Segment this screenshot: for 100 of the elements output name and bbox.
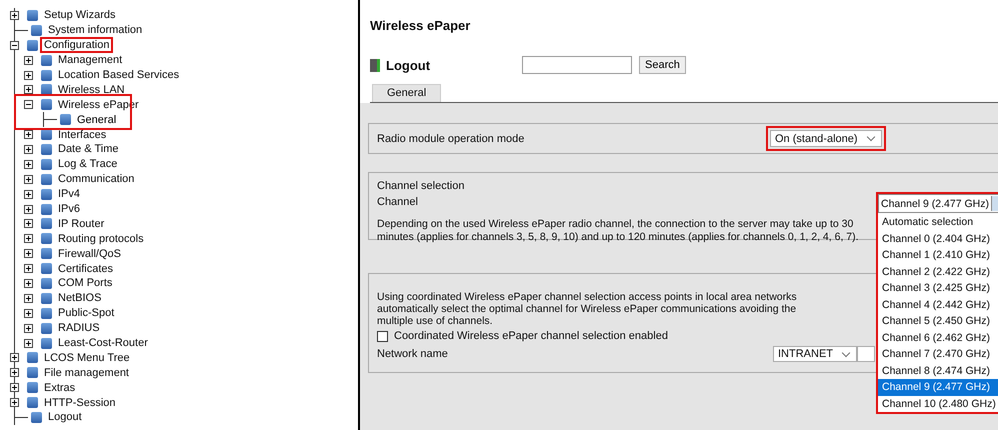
node-icon [41, 204, 52, 215]
node-icon [27, 10, 38, 21]
expander-toggle[interactable] [24, 294, 33, 303]
expander-toggle[interactable] [24, 338, 33, 348]
tree-item[interactable]: Public-Spot [56, 307, 116, 320]
expander-toggle[interactable] [24, 130, 33, 140]
dropdown-option[interactable]: Channel 3 (2.425 GHz) [878, 280, 998, 296]
expander-toggle[interactable] [10, 10, 19, 20]
tree-item[interactable]: Interfaces [56, 128, 108, 141]
node-icon [41, 99, 52, 110]
node-icon [31, 24, 42, 36]
expander-toggle[interactable] [24, 204, 33, 214]
node-icon [27, 367, 38, 378]
expander-toggle[interactable] [10, 383, 19, 392]
network-input[interactable] [857, 346, 875, 362]
tree-item[interactable]: Wireless LAN [56, 84, 127, 96]
tree-item[interactable]: System information [46, 24, 144, 36]
expander-toggle[interactable] [24, 100, 33, 110]
checkbox-label: Coordinated Wireless ePaper channel selection enabled [394, 330, 668, 342]
node-icon [27, 40, 38, 51]
expander-toggle[interactable] [24, 144, 33, 154]
expander-toggle[interactable] [24, 56, 33, 65]
channel-dropdown[interactable]: Channel 9 (2.477 GHz) [878, 194, 998, 213]
expander-toggle[interactable] [24, 70, 33, 80]
node-icon [41, 263, 52, 274]
dropdown-option[interactable]: Channel 5 (2.450 GHz) [878, 313, 998, 330]
node-icon [41, 54, 52, 66]
logout-link[interactable]: Logout [386, 58, 522, 72]
dropdown-option[interactable]: Channel 7 (2.470 GHz) [878, 346, 998, 362]
expander-toggle[interactable] [24, 234, 33, 244]
dropdown-option[interactable]: Channel 10 (2.480 GHz) [878, 396, 998, 412]
tree-item[interactable]: Routing protocols [56, 232, 146, 245]
tree-item[interactable]: Communication [56, 173, 136, 186]
tree-item[interactable]: Log & Trace [56, 158, 120, 170]
expander-toggle[interactable] [24, 85, 33, 94]
tree-item[interactable]: NetBIOS [56, 292, 104, 304]
dropdown-option[interactable]: Channel 9 (2.477 GHz) [878, 379, 998, 396]
node-icon [41, 322, 52, 334]
expander-toggle[interactable] [24, 174, 33, 184]
expander-toggle[interactable] [24, 190, 33, 199]
search-button[interactable]: Search [639, 56, 686, 74]
tree-item[interactable]: Location Based Services [56, 69, 182, 81]
tree-item[interactable]: Setup Wizards [42, 9, 118, 22]
node-icon [41, 218, 52, 230]
tree-item[interactable]: Configuration [42, 39, 112, 52]
tree-item[interactable]: General [75, 114, 118, 126]
node-icon [27, 397, 38, 408]
field-label: Channel [377, 196, 419, 208]
dropdown-option[interactable]: Automatic selection [878, 214, 998, 230]
node-icon [41, 278, 52, 289]
dropdown-option[interactable]: Channel 2 (2.422 GHz) [878, 264, 998, 280]
expander-toggle[interactable] [24, 324, 33, 333]
tree-item[interactable]: Extras [42, 382, 78, 394]
expander-toggle[interactable] [10, 398, 19, 408]
node-icon [41, 338, 52, 349]
tree-item[interactable]: IPv6 [56, 203, 82, 216]
tree-item[interactable]: RADIUS [56, 322, 102, 334]
tree-item[interactable]: IP Router [56, 218, 106, 230]
tree-item[interactable]: LCOS Menu Tree [42, 352, 132, 364]
tree-item[interactable]: Management [56, 54, 124, 66]
node-icon [41, 308, 52, 319]
tree-item[interactable]: File management [42, 366, 131, 379]
mode-dropdown[interactable]: On (stand-alone) [770, 130, 882, 147]
tree-item[interactable]: COM Ports [56, 277, 114, 290]
section-heading: Channel selection [377, 180, 466, 192]
expander-toggle[interactable] [24, 219, 33, 228]
expander-toggle[interactable] [24, 264, 33, 274]
tree-item[interactable]: IPv4 [56, 188, 82, 200]
dropdown-option[interactable]: Channel 6 (2.462 GHz) [878, 330, 998, 346]
expander-toggle[interactable] [10, 353, 19, 362]
dropdown-option[interactable]: Channel 4 (2.442 GHz) [878, 296, 998, 313]
node-icon [41, 174, 52, 185]
node-icon [60, 114, 71, 126]
tab[interactable]: General [372, 84, 442, 102]
node-icon [41, 158, 52, 170]
checkbox[interactable] [377, 330, 388, 342]
tree-item[interactable]: Least-Cost-Router [56, 337, 150, 350]
expander-toggle[interactable] [10, 40, 19, 50]
node-icon [41, 70, 52, 80]
tree-item[interactable]: HTTP-Session [42, 396, 118, 409]
dropdown-option[interactable]: Channel 8 (2.474 GHz) [878, 362, 998, 379]
expander-toggle[interactable] [24, 249, 33, 258]
tree-item[interactable]: Date & Time [56, 143, 121, 156]
search-field[interactable] [522, 56, 632, 74]
node-icon [27, 382, 38, 394]
expander-toggle[interactable] [10, 368, 19, 378]
tree-item[interactable]: Firewall/QoS [56, 248, 123, 260]
expander-toggle[interactable] [24, 160, 33, 169]
info-text: Depending on the used Wireless ePaper radio channel, the connection to the server may take up to 30 minutes (applies for channels 3, 5, 8, 9, 10) and up to 120 minutes (applies for channels 0, 1, 2, 4, 6, 7). [377, 218, 860, 244]
node-icon [41, 248, 52, 260]
expander-toggle[interactable] [24, 308, 33, 318]
field-label: Network name [377, 348, 449, 360]
dropdown-option[interactable]: Channel 0 (2.404 GHz) [878, 230, 998, 247]
node-icon [41, 144, 52, 155]
dropdown-option[interactable]: Channel 1 (2.410 GHz) [878, 247, 998, 264]
expander-toggle[interactable] [24, 278, 33, 288]
door-icon [370, 58, 380, 72]
tree-item[interactable]: Logout [46, 411, 84, 424]
tree-item[interactable]: Certificates [56, 262, 116, 275]
network-dropdown[interactable]: INTRANET [773, 346, 857, 362]
